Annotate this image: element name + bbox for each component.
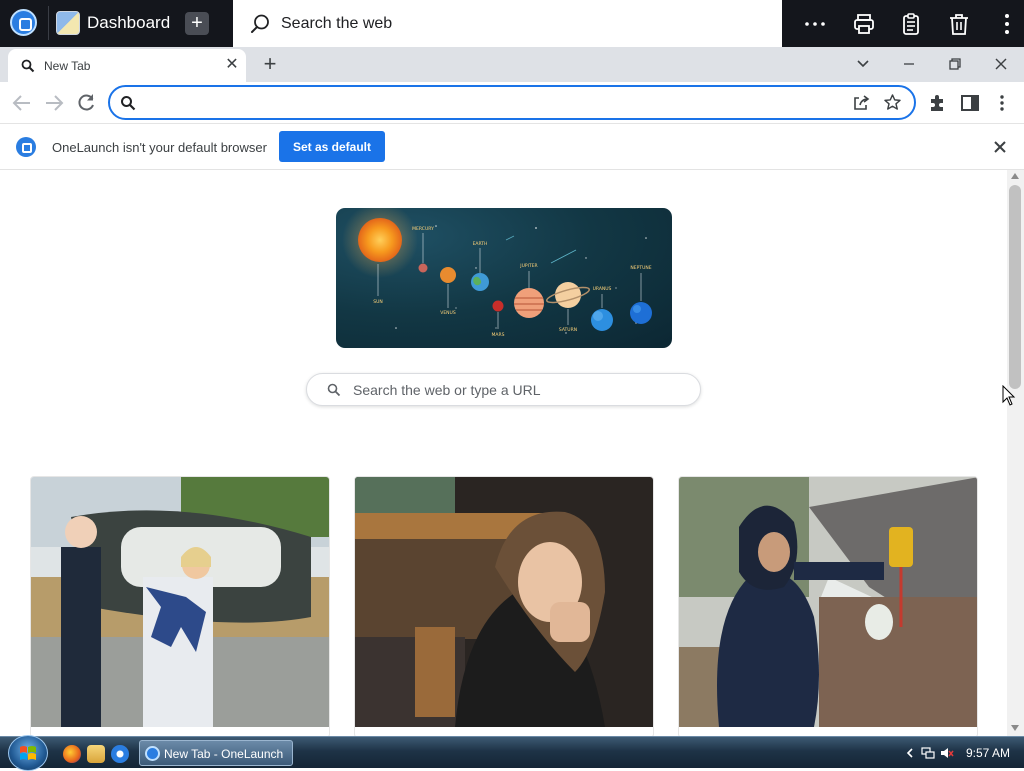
forward-arrow-icon[interactable] <box>42 91 66 115</box>
extensions-puzzle-icon[interactable] <box>926 91 950 115</box>
scrollbar-thumb[interactable] <box>1009 185 1021 389</box>
sun-label: SUN <box>373 299 383 305</box>
address-bar[interactable] <box>108 85 916 120</box>
set-as-default-button[interactable]: Set as default <box>279 131 385 162</box>
scroll-down-arrow-icon[interactable] <box>1011 725 1019 731</box>
onelaunch-topbar: Dashboard + Search the web <box>0 0 1024 47</box>
page-search-icon <box>327 383 341 397</box>
solar-system-illustration: SUN MERCURY VENUS EARTH MARS JUPITER SAT… <box>342 208 652 338</box>
saturn-label: SATURN <box>559 327 577 333</box>
file-explorer-icon[interactable] <box>87 745 105 763</box>
onelaunch-small-logo-icon <box>16 137 36 157</box>
web-search-placeholder: Search the web <box>281 15 393 32</box>
side-panel-icon[interactable] <box>958 91 982 115</box>
earth-label: EARTH <box>473 241 488 247</box>
tab-search-icon <box>21 59 35 73</box>
kebab-menu-icon[interactable] <box>995 12 1019 36</box>
windows-taskbar: New Tab - OneLaunch 9:57 AM <box>0 735 1024 771</box>
jupiter-label: JUPITER <box>519 263 537 269</box>
tab-search-dropdown-icon[interactable] <box>851 53 875 75</box>
add-shortcut-button[interactable]: + <box>185 12 209 35</box>
tab-title: New Tab <box>44 59 91 73</box>
chrome-menu-icon[interactable] <box>990 91 1014 115</box>
uranus-label: URANUS <box>593 286 612 292</box>
default-browser-infobar: OneLaunch isn't your default browser Set… <box>0 124 1024 170</box>
taskbar-window-button[interactable]: New Tab - OneLaunch <box>139 740 293 766</box>
new-tab-button[interactable]: + <box>259 53 281 75</box>
address-input[interactable] <box>146 92 836 114</box>
more-icon[interactable] <box>803 12 827 36</box>
clipboard-icon[interactable] <box>899 12 923 36</box>
mouse-cursor-icon <box>1002 385 1016 406</box>
volume-muted-icon[interactable] <box>940 746 954 760</box>
news-card-image <box>355 477 653 727</box>
onelaunch-taskbar-icon[interactable] <box>111 745 129 763</box>
web-search-box[interactable]: Search the web <box>233 0 782 47</box>
infobar-message: OneLaunch isn't your default browser <box>52 140 267 155</box>
onelaunch-window-icon <box>145 746 160 761</box>
start-button[interactable] <box>8 735 48 771</box>
share-icon[interactable] <box>852 94 870 112</box>
back-arrow-icon[interactable] <box>10 91 34 115</box>
news-card-image <box>31 477 329 727</box>
search-icon <box>251 14 269 33</box>
topbar-divider <box>48 6 49 40</box>
windows-logo-icon <box>20 746 36 760</box>
onelaunch-logo-icon[interactable] <box>10 9 37 36</box>
new-tab-page: SUN MERCURY VENUS EARTH MARS JUPITER SAT… <box>0 170 1007 736</box>
firefox-icon[interactable] <box>63 745 81 763</box>
restore-icon[interactable] <box>943 53 967 75</box>
taskbar-window-title: New Tab - OneLaunch <box>164 747 284 761</box>
show-hidden-icons-icon[interactable] <box>903 746 917 760</box>
scroll-up-arrow-icon[interactable] <box>1011 173 1019 179</box>
neptune-label: NEPTUNE <box>630 265 651 271</box>
solar-system-banner[interactable]: SUN MERCURY VENUS EARTH MARS JUPITER SAT… <box>336 208 672 348</box>
news-card[interactable] <box>678 476 978 736</box>
window-close-icon[interactable] <box>989 53 1013 75</box>
omnibox-search-icon <box>121 96 136 111</box>
news-card[interactable] <box>30 476 330 736</box>
page-search-input[interactable] <box>353 381 683 399</box>
bookmark-star-icon[interactable] <box>883 93 902 112</box>
browser-toolbar <box>0 82 1024 124</box>
page-scrollbar[interactable] <box>1007 170 1024 736</box>
tab-close-icon[interactable]: ✕ <box>223 56 241 74</box>
printer-icon[interactable] <box>852 12 876 36</box>
page-search-box[interactable] <box>306 373 701 406</box>
dashboard-label[interactable]: Dashboard <box>87 13 170 33</box>
taskbar-clock[interactable]: 9:57 AM <box>966 746 1010 760</box>
dashboard-icon[interactable] <box>56 11 80 35</box>
news-card-image <box>679 477 977 727</box>
tab-strip: New Tab ✕ + <box>0 47 1024 82</box>
minimize-icon[interactable] <box>897 53 921 75</box>
mars-label: MARS <box>492 332 505 338</box>
reload-icon[interactable] <box>74 91 98 115</box>
tab-new-tab[interactable]: New Tab ✕ <box>8 49 246 82</box>
mercury-label: MERCURY <box>412 226 434 232</box>
trash-icon[interactable] <box>947 12 971 36</box>
network-icon[interactable] <box>921 746 935 760</box>
infobar-close-icon[interactable] <box>990 137 1010 157</box>
news-card[interactable] <box>354 476 654 736</box>
venus-label: VENUS <box>440 310 456 316</box>
